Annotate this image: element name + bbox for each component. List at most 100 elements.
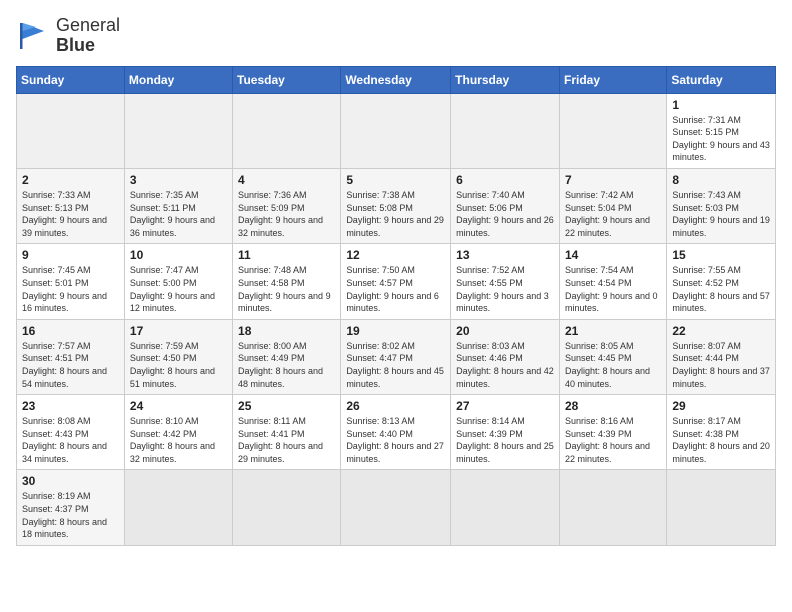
day-number: 1	[672, 98, 770, 112]
day-info: Sunrise: 7:42 AM Sunset: 5:04 PM Dayligh…	[565, 189, 661, 239]
weekday-header-tuesday: Tuesday	[233, 66, 341, 93]
day-number: 27	[456, 399, 554, 413]
day-number: 11	[238, 248, 335, 262]
weekday-header-friday: Friday	[559, 66, 666, 93]
day-number: 21	[565, 324, 661, 338]
calendar-cell: 28 Sunrise: 8:16 AM Sunset: 4:39 PM Dayli…	[559, 395, 666, 470]
day-info: Sunrise: 7:47 AM Sunset: 5:00 PM Dayligh…	[130, 264, 227, 314]
calendar-cell: 1Sunrise: 7:31 AM Sunset: 5:15 PM Daylig…	[667, 93, 776, 168]
day-number: 7	[565, 173, 661, 187]
day-info: Sunrise: 7:50 AM Sunset: 4:57 PM Dayligh…	[346, 264, 445, 314]
weekday-header-monday: Monday	[124, 66, 232, 93]
day-number: 14	[565, 248, 661, 262]
day-info: Sunrise: 8:17 AM Sunset: 4:38 PM Dayligh…	[672, 415, 770, 465]
calendar-cell: 17 Sunrise: 7:59 AM Sunset: 4:50 PM Dayli…	[124, 319, 232, 394]
calendar-cell	[233, 93, 341, 168]
calendar-cell	[559, 93, 666, 168]
day-number: 23	[22, 399, 119, 413]
weekday-header-sunday: Sunday	[17, 66, 125, 93]
calendar-week-row: 16 Sunrise: 7:57 AM Sunset: 4:51 PM Dayli…	[17, 319, 776, 394]
calendar-cell: 5 Sunrise: 7:38 AM Sunset: 5:08 PM Daylig…	[341, 168, 451, 243]
day-info: Sunrise: 7:57 AM Sunset: 4:51 PM Dayligh…	[22, 340, 119, 390]
calendar-cell: 6Sunrise: 7:40 AM Sunset: 5:06 PM Daylig…	[451, 168, 560, 243]
day-number: 19	[346, 324, 445, 338]
calendar-week-row: 30Sunrise: 8:19 AM Sunset: 4:37 PM Dayli…	[17, 470, 776, 545]
day-info: Sunrise: 7:43 AM Sunset: 5:03 PM Dayligh…	[672, 189, 770, 239]
day-number: 22	[672, 324, 770, 338]
calendar-week-row: 23 Sunrise: 8:08 AM Sunset: 4:43 PM Dayli…	[17, 395, 776, 470]
day-number: 17	[130, 324, 227, 338]
calendar-cell	[233, 470, 341, 545]
calendar-cell	[17, 93, 125, 168]
weekday-header-thursday: Thursday	[451, 66, 560, 93]
day-number: 3	[130, 173, 227, 187]
day-info: Sunrise: 8:10 AM Sunset: 4:42 PM Dayligh…	[130, 415, 227, 465]
calendar-cell	[124, 470, 232, 545]
day-info: Sunrise: 8:05 AM Sunset: 4:45 PM Dayligh…	[565, 340, 661, 390]
calendar-cell: 30Sunrise: 8:19 AM Sunset: 4:37 PM Dayli…	[17, 470, 125, 545]
day-number: 18	[238, 324, 335, 338]
calendar-cell	[451, 93, 560, 168]
weekday-header-row: SundayMondayTuesdayWednesdayThursdayFrid…	[17, 66, 776, 93]
day-info: Sunrise: 8:07 AM Sunset: 4:44 PM Dayligh…	[672, 340, 770, 390]
calendar-cell	[124, 93, 232, 168]
calendar-cell: 20 Sunrise: 8:03 AM Sunset: 4:46 PM Dayli…	[451, 319, 560, 394]
day-info: Sunrise: 7:55 AM Sunset: 4:52 PM Dayligh…	[672, 264, 770, 314]
day-info: Sunrise: 8:02 AM Sunset: 4:47 PM Dayligh…	[346, 340, 445, 390]
day-info: Sunrise: 8:03 AM Sunset: 4:46 PM Dayligh…	[456, 340, 554, 390]
calendar-week-row: 1Sunrise: 7:31 AM Sunset: 5:15 PM Daylig…	[17, 93, 776, 168]
day-number: 24	[130, 399, 227, 413]
calendar-cell: 18 Sunrise: 8:00 AM Sunset: 4:49 PM Dayli…	[233, 319, 341, 394]
calendar-cell: 26 Sunrise: 8:13 AM Sunset: 4:40 PM Dayli…	[341, 395, 451, 470]
calendar-cell: 25Sunrise: 8:11 AM Sunset: 4:41 PM Dayli…	[233, 395, 341, 470]
calendar-cell: 8 Sunrise: 7:43 AM Sunset: 5:03 PM Daylig…	[667, 168, 776, 243]
day-info: Sunrise: 8:08 AM Sunset: 4:43 PM Dayligh…	[22, 415, 119, 465]
calendar-week-row: 2 Sunrise: 7:33 AM Sunset: 5:13 PM Daylig…	[17, 168, 776, 243]
day-number: 10	[130, 248, 227, 262]
day-number: 2	[22, 173, 119, 187]
calendar-cell: 19 Sunrise: 8:02 AM Sunset: 4:47 PM Dayli…	[341, 319, 451, 394]
day-info: Sunrise: 7:38 AM Sunset: 5:08 PM Dayligh…	[346, 189, 445, 239]
calendar-cell: 16 Sunrise: 7:57 AM Sunset: 4:51 PM Dayli…	[17, 319, 125, 394]
calendar-cell: 24 Sunrise: 8:10 AM Sunset: 4:42 PM Dayli…	[124, 395, 232, 470]
calendar-cell: 12 Sunrise: 7:50 AM Sunset: 4:57 PM Dayli…	[341, 244, 451, 319]
logo-icon	[16, 21, 52, 51]
day-info: Sunrise: 7:40 AM Sunset: 5:06 PM Dayligh…	[456, 189, 554, 239]
day-info: Sunrise: 8:13 AM Sunset: 4:40 PM Dayligh…	[346, 415, 445, 465]
calendar-cell: 14 Sunrise: 7:54 AM Sunset: 4:54 PM Dayli…	[559, 244, 666, 319]
calendar-cell	[341, 93, 451, 168]
calendar-cell: 9 Sunrise: 7:45 AM Sunset: 5:01 PM Daylig…	[17, 244, 125, 319]
calendar-cell: 15Sunrise: 7:55 AM Sunset: 4:52 PM Dayli…	[667, 244, 776, 319]
calendar-page: GeneralBlue SundayMondayTuesdayWednesday…	[0, 0, 792, 612]
calendar-cell: 23 Sunrise: 8:08 AM Sunset: 4:43 PM Dayli…	[17, 395, 125, 470]
calendar-cell: 11 Sunrise: 7:48 AM Sunset: 4:58 PM Dayli…	[233, 244, 341, 319]
calendar-cell: 27Sunrise: 8:14 AM Sunset: 4:39 PM Dayli…	[451, 395, 560, 470]
day-info: Sunrise: 7:45 AM Sunset: 5:01 PM Dayligh…	[22, 264, 119, 314]
calendar-table: SundayMondayTuesdayWednesdayThursdayFrid…	[16, 66, 776, 546]
day-info: Sunrise: 7:59 AM Sunset: 4:50 PM Dayligh…	[130, 340, 227, 390]
day-info: Sunrise: 7:35 AM Sunset: 5:11 PM Dayligh…	[130, 189, 227, 239]
day-number: 5	[346, 173, 445, 187]
day-number: 30	[22, 474, 119, 488]
day-number: 26	[346, 399, 445, 413]
calendar-week-row: 9 Sunrise: 7:45 AM Sunset: 5:01 PM Daylig…	[17, 244, 776, 319]
day-info: Sunrise: 8:00 AM Sunset: 4:49 PM Dayligh…	[238, 340, 335, 390]
day-number: 13	[456, 248, 554, 262]
day-info: Sunrise: 7:33 AM Sunset: 5:13 PM Dayligh…	[22, 189, 119, 239]
calendar-cell: 22 Sunrise: 8:07 AM Sunset: 4:44 PM Dayli…	[667, 319, 776, 394]
day-number: 9	[22, 248, 119, 262]
calendar-cell	[341, 470, 451, 545]
calendar-cell: 4Sunrise: 7:36 AM Sunset: 5:09 PM Daylig…	[233, 168, 341, 243]
day-number: 28	[565, 399, 661, 413]
day-number: 8	[672, 173, 770, 187]
day-info: Sunrise: 7:48 AM Sunset: 4:58 PM Dayligh…	[238, 264, 335, 314]
calendar-cell: 29Sunrise: 8:17 AM Sunset: 4:38 PM Dayli…	[667, 395, 776, 470]
day-info: Sunrise: 7:54 AM Sunset: 4:54 PM Dayligh…	[565, 264, 661, 314]
day-number: 12	[346, 248, 445, 262]
header: GeneralBlue	[16, 16, 776, 56]
weekday-header-wednesday: Wednesday	[341, 66, 451, 93]
calendar-cell: 7 Sunrise: 7:42 AM Sunset: 5:04 PM Daylig…	[559, 168, 666, 243]
day-number: 16	[22, 324, 119, 338]
day-number: 20	[456, 324, 554, 338]
day-info: Sunrise: 8:16 AM Sunset: 4:39 PM Dayligh…	[565, 415, 661, 465]
